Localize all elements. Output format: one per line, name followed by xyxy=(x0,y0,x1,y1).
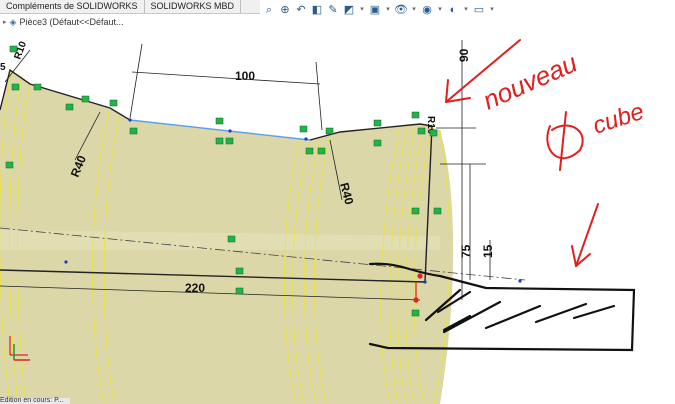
dimension-100[interactable]: 100 xyxy=(235,69,255,83)
dynamic-annotation-icon[interactable]: ✎ xyxy=(326,3,340,17)
hide-show-icon[interactable]: 👁 xyxy=(394,3,408,17)
part-icon: ◈ xyxy=(9,16,17,27)
graphics-area[interactable]: 100 220 75 15 90 R40 R40 R10 R10 5 nouve… xyxy=(0,30,675,404)
tab-solidworks-addins[interactable]: Compléments de SOLIDWORKS xyxy=(0,0,145,13)
command-tabs: Compléments de SOLIDWORKS SOLIDWORKS MBD xyxy=(0,0,260,14)
chevron-down-icon[interactable]: ▾ xyxy=(358,3,366,17)
chevron-down-icon[interactable]: ▾ xyxy=(410,3,418,17)
dimension-15[interactable]: 15 xyxy=(481,244,495,258)
search-icon[interactable]: ⌕ xyxy=(262,3,276,17)
expand-arrow-icon[interactable]: ▸ xyxy=(3,18,7,26)
view-settings-icon[interactable]: ▭ xyxy=(472,3,486,17)
chevron-down-icon[interactable]: ▾ xyxy=(462,3,470,17)
previous-view-icon[interactable]: ↶ xyxy=(294,3,308,17)
status-tab[interactable]: Edition en cours: P... xyxy=(0,397,70,404)
annotation-word-nouveau: nouveau xyxy=(478,47,581,115)
display-style-icon[interactable]: ▣ xyxy=(368,3,382,17)
tab-solidworks-mbd[interactable]: SOLIDWORKS MBD xyxy=(145,0,242,13)
dimension-220[interactable]: 220 xyxy=(185,281,205,295)
dimension-75[interactable]: 75 xyxy=(459,244,473,258)
annotation-word-cube: cube xyxy=(590,98,648,140)
heads-up-view-toolbar: ⌕ ⊕ ↶ ◧ ✎ ◩ ▾ ▣ ▾ 👁 ▾ ◉ ▾ ◐ ▾ ▭ ▾ xyxy=(262,0,512,20)
dimension-5[interactable]: 5 xyxy=(0,62,6,73)
chevron-down-icon[interactable]: ▾ xyxy=(384,3,392,17)
section-view-icon[interactable]: ◧ xyxy=(310,3,324,17)
view-orientation-icon[interactable]: ◩ xyxy=(342,3,356,17)
part-label: Pièce3 (Défaut<<Défaut... xyxy=(19,17,124,27)
chevron-down-icon[interactable]: ▾ xyxy=(488,3,496,17)
apply-scene-icon[interactable]: ◐ xyxy=(446,3,460,17)
edit-appearance-icon[interactable]: ◉ xyxy=(420,3,434,17)
chevron-down-icon[interactable]: ▾ xyxy=(436,3,444,17)
dimension-90[interactable]: 90 xyxy=(457,48,471,62)
zoom-area-icon[interactable]: ⊕ xyxy=(278,3,292,17)
feature-tree-root[interactable]: ▸ ◈ Pièce3 (Défaut<<Défaut... xyxy=(0,14,260,30)
